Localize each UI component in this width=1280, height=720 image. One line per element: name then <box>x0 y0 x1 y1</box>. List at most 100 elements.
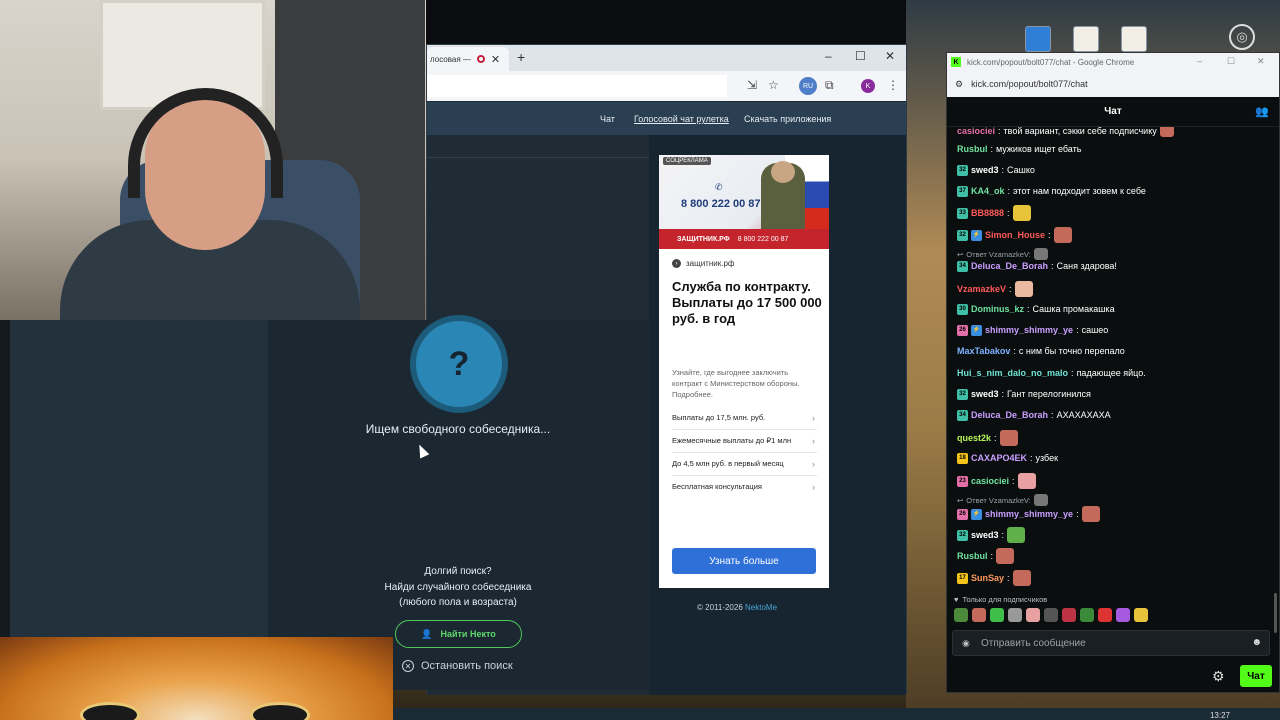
chat-text: мужиков ищет ебать <box>996 144 1082 154</box>
chat-username[interactable]: shimmy_shimmy_ye <box>985 324 1073 336</box>
site-info-icon[interactable]: ⚙ <box>955 79 963 90</box>
cat-overlay <box>0 637 393 720</box>
chat-username[interactable]: Dominus_kz <box>971 303 1024 315</box>
ad-more-icon[interactable]: ⋯ <box>815 155 825 166</box>
ad-learn-more-button[interactable]: Узнать больше <box>672 548 816 574</box>
chat-message: 32 swed3: <box>957 527 1026 543</box>
desktop-document-icon[interactable] <box>1073 26 1099 52</box>
chat-close-button[interactable]: ✕ <box>1257 56 1265 67</box>
emote-option[interactable] <box>1116 608 1130 622</box>
close-circle-icon: ✕ <box>402 660 414 672</box>
menu-kebab-icon[interactable]: ⋮ <box>887 78 899 92</box>
chat-username[interactable]: swed3 <box>971 388 999 400</box>
chat-text: падающее яйцо. <box>1076 368 1146 378</box>
chat-username[interactable]: swed3 <box>971 164 999 176</box>
emote-option[interactable] <box>1134 608 1148 622</box>
chat-username[interactable]: casiociei <box>971 475 1009 487</box>
chat-username[interactable]: quest2k <box>957 432 991 444</box>
obs-widget-icon[interactable]: ◎ <box>1229 24 1255 50</box>
lightning-badge-icon: ⚡ <box>971 229 982 241</box>
chat-username[interactable]: MaxTabakov <box>957 345 1010 357</box>
chat-message-input[interactable]: ◉ Отправить сообщение ☻ <box>952 630 1270 656</box>
chat-username[interactable]: swed3 <box>971 529 999 541</box>
chat-message: quest2k: <box>957 430 1018 446</box>
stop-search-button[interactable]: ✕ Остановить поиск <box>402 660 513 672</box>
settings-gear-icon[interactable]: ⚙ <box>1212 668 1225 685</box>
users-icon[interactable]: 👥 <box>1255 105 1269 118</box>
tab-close-icon[interactable]: ✕ <box>491 53 500 66</box>
chat-username[interactable]: KA4_ok <box>971 185 1005 197</box>
chat-username[interactable]: Rusbul <box>957 143 988 155</box>
bookmark-star-icon[interactable]: ☆ <box>768 78 779 92</box>
install-icon[interactable]: ⇲ <box>747 78 757 92</box>
chat-text: этот нам подходит зовем к себе <box>1013 186 1146 196</box>
emote-option[interactable] <box>1080 608 1094 622</box>
chat-username[interactable]: VzamazkeV <box>957 283 1006 295</box>
chat-message: 23 casiociei: <box>957 473 1036 489</box>
ad-bar-brand: ЗАЩИТНИК.РФ <box>677 235 730 243</box>
subs-only-text: Только для подписчиков <box>962 595 1048 604</box>
chat-maximize-button[interactable]: ☐ <box>1227 56 1235 67</box>
nav-chat[interactable]: Чат <box>600 114 615 124</box>
extensions-icon[interactable]: ⧉ <box>825 78 834 93</box>
chat-username[interactable]: casiociei <box>957 127 995 137</box>
hint-line: Долгий поиск? <box>424 566 492 577</box>
chat-username[interactable]: SunSay <box>971 572 1004 584</box>
chat-title: Чат <box>1104 106 1122 117</box>
emoji-icon[interactable]: ☻ <box>1251 637 1262 648</box>
profile-avatar[interactable]: K <box>861 79 875 93</box>
chat-minimize-button[interactable]: – <box>1197 56 1202 66</box>
extension-badge[interactable]: RU <box>799 77 817 95</box>
chat-input-icon[interactable]: ◉ <box>962 638 970 649</box>
emote-option[interactable] <box>1098 608 1112 622</box>
ad-list-item[interactable]: Бесплатная консультация › <box>672 476 817 498</box>
footer-brand-link[interactable]: NektoMe <box>745 603 777 612</box>
reply-reference[interactable]: ↩ Ответ VzamazkeV: <box>957 248 1048 260</box>
address-bar[interactable] <box>427 75 727 97</box>
chat-header: Чат 👥 <box>947 97 1279 127</box>
find-nekto-button[interactable]: 👤 Найти Некто <box>395 620 522 648</box>
ad-description: Узнайте, где выгоднее заключить контракт… <box>672 368 800 399</box>
browser-toolbar: ⇲ ☆ RU ⧉ K ⋮ <box>427 71 906 101</box>
chat-window: K kick.com/popout/bolt077/chat - Google … <box>946 52 1280 693</box>
emote-option[interactable] <box>954 608 968 622</box>
nav-download-apps[interactable]: Скачать приложения <box>744 114 831 124</box>
chat-username[interactable]: Deluca_De_Borah <box>971 260 1048 272</box>
send-chat-button[interactable]: Чат <box>1240 665 1272 687</box>
minimize-button[interactable]: – <box>825 49 832 63</box>
emote-option[interactable] <box>990 608 1004 622</box>
emote-option[interactable] <box>1026 608 1040 622</box>
ad-list-item[interactable]: До 4,5 млн руб. в первый месяц › <box>672 453 817 476</box>
chat-text: Саня здарова! <box>1056 261 1117 271</box>
new-tab-button[interactable]: + <box>517 49 525 65</box>
chat-message: Rusbul: мужиков ищет ебать <box>957 143 1082 155</box>
chat-username[interactable]: shimmy_shimmy_ye <box>985 508 1073 520</box>
chat-url-bar[interactable]: ⚙ kick.com/popout/bolt077/chat <box>947 71 1279 97</box>
advertisement[interactable]: СОЦРЕКЛАМА ⋯ ✆ 8 800 222 00 87 ЗАЩИТНИК.… <box>659 155 829 588</box>
chat-username[interactable]: Simon_House <box>985 229 1045 241</box>
ad-domain[interactable]: › защитник.рф <box>672 259 734 268</box>
maximize-button[interactable]: ☐ <box>855 49 866 63</box>
tab-nekto[interactable]: лосовая — ✕ <box>427 47 509 71</box>
chat-message: 30 Dominus_kz: Сашка промакашка <box>957 303 1115 315</box>
chat-username[interactable]: Hui_s_nim_dalo_no_malo <box>957 367 1068 379</box>
chat-username[interactable]: Rusbul <box>957 550 988 562</box>
nav-voice-roulette[interactable]: Голосовой чат рулетка <box>634 114 729 124</box>
chat-username[interactable]: Deluca_De_Borah <box>971 409 1048 421</box>
chat-username[interactable]: BB8888 <box>971 207 1004 219</box>
reply-reference[interactable]: ↩ Ответ VzamazkeV: <box>957 494 1048 506</box>
sub-badge: 30 <box>957 303 968 315</box>
chat-scrollbar[interactable] <box>1274 593 1277 633</box>
desktop-shortcut-icon[interactable] <box>1025 26 1051 52</box>
emote-option[interactable] <box>1044 608 1058 622</box>
emote-option[interactable] <box>972 608 986 622</box>
emote-option[interactable] <box>1008 608 1022 622</box>
ad-list-item[interactable]: Выплаты до 17,5 млн. руб. › <box>672 407 817 430</box>
hint-line: (любого пола и возраста) <box>399 597 517 608</box>
close-window-button[interactable]: ✕ <box>885 49 895 63</box>
desktop-file-icon[interactable] <box>1121 26 1147 52</box>
chat-username[interactable]: CAXAPO4EK <box>971 452 1027 464</box>
ad-list-item[interactable]: Ежемесячные выплаты до ₽1 млн › <box>672 430 817 453</box>
ad-banner-image[interactable]: СОЦРЕКЛАМА ⋯ ✆ 8 800 222 00 87 ЗАЩИТНИК.… <box>659 155 829 249</box>
emote-option[interactable] <box>1062 608 1076 622</box>
